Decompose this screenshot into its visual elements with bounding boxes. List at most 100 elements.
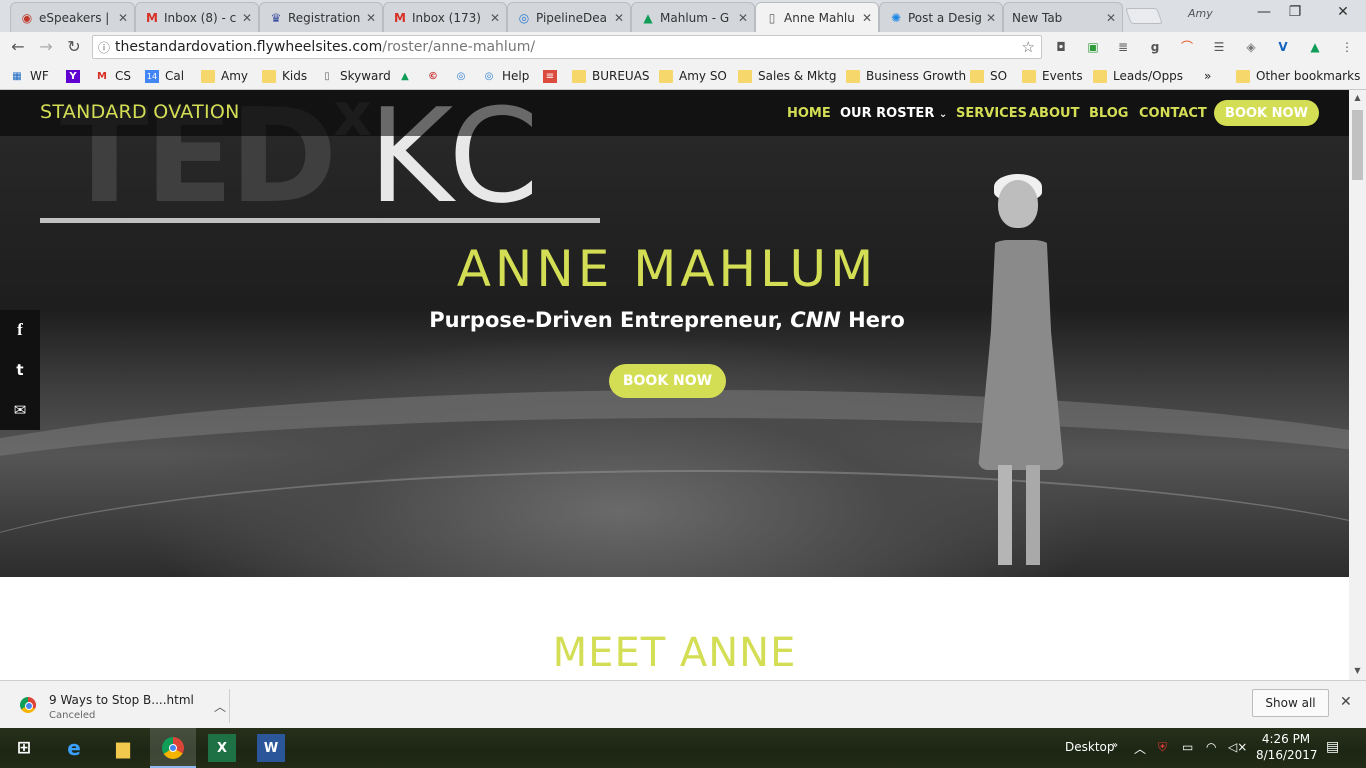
grammarly-icon[interactable]: g: [1146, 38, 1164, 56]
bookmark-sales-mktg[interactable]: Sales & Mktg: [738, 67, 837, 85]
site-logo[interactable]: STANDARD OVATION: [40, 101, 240, 123]
chevron-double-right-icon[interactable]: »: [1112, 740, 1118, 751]
close-icon[interactable]: ✕: [738, 11, 748, 25]
bookmark-bureuas[interactable]: BUREUAS: [572, 67, 650, 85]
bookmark-help[interactable]: ◎ Help: [482, 67, 530, 85]
forward-icon[interactable]: →: [36, 38, 56, 56]
nav-our-roster[interactable]: OUR ROSTER ⌄: [840, 106, 947, 121]
tab-pipelinedeals[interactable]: ◎ PipelineDea ✕: [507, 2, 631, 32]
close-icon[interactable]: ✕: [986, 11, 996, 25]
close-icon[interactable]: ✕: [242, 11, 252, 25]
email-icon[interactable]: ✉: [0, 390, 40, 430]
bookmark-pipeline[interactable]: ◎: [454, 67, 474, 85]
reload-icon[interactable]: ↻: [64, 38, 84, 56]
twitter-icon[interactable]: t: [0, 350, 40, 390]
download-item[interactable]: 9 Ways to Stop B....html Canceled ︿: [14, 689, 230, 723]
tab-anne-mahlum[interactable]: ▯ Anne Mahlu ✕: [755, 2, 879, 32]
tab-espeakers[interactable]: ◉ eSpeakers | ✕: [10, 2, 135, 32]
minimize-icon[interactable]: —: [1249, 4, 1279, 20]
layers-icon[interactable]: ≣: [1114, 38, 1132, 56]
bookmark-label: Amy: [221, 69, 248, 83]
bookmark-amy-so[interactable]: Amy SO: [659, 67, 727, 85]
close-icon[interactable]: ✕: [490, 11, 500, 25]
word-icon[interactable]: W: [257, 734, 285, 762]
windows-start-icon[interactable]: ⊞: [10, 734, 38, 762]
bookmark-business-growth[interactable]: Business Growth: [846, 67, 966, 85]
nav-blog[interactable]: BLOG: [1089, 106, 1128, 121]
bookmark-amy[interactable]: Amy: [201, 67, 248, 85]
address-bar[interactable]: ⓘ thestandardovation.flywheelsites.com /…: [92, 35, 1042, 59]
show-hidden-icons[interactable]: ︿: [1134, 740, 1146, 757]
close-window-icon[interactable]: ✕: [1328, 4, 1358, 20]
tab-mahlum-drive[interactable]: ▲ Mahlum - G ✕: [631, 2, 755, 32]
info-icon[interactable]: ⓘ: [93, 39, 115, 56]
chevron-up-icon[interactable]: ︿: [214, 698, 226, 715]
profile-name[interactable]: Amy: [1188, 7, 1213, 20]
close-icon[interactable]: ✕: [1106, 11, 1116, 25]
tab-inbox-173[interactable]: M Inbox (173) ✕: [383, 2, 507, 32]
tab-new-tab[interactable]: New Tab ✕: [1003, 2, 1123, 32]
bookmark-drive[interactable]: ▲: [398, 67, 418, 85]
new-tab-button[interactable]: [1125, 8, 1163, 24]
v-extension-icon[interactable]: V: [1274, 38, 1292, 56]
bookmark-so[interactable]: SO: [970, 67, 1007, 85]
bookmark-yahoo[interactable]: Y: [66, 67, 86, 85]
bookmark-todoist[interactable]: ≡: [543, 67, 563, 85]
bookmark-star-icon[interactable]: ☆: [1022, 38, 1035, 56]
facebook-icon[interactable]: f: [0, 310, 40, 350]
bookmark-cs[interactable]: M CS: [95, 67, 131, 85]
close-icon[interactable]: ✕: [614, 11, 624, 25]
battery-icon[interactable]: ▭: [1182, 740, 1193, 754]
clock-time[interactable]: 4:26 PM: [1258, 732, 1314, 746]
google-drive-icon[interactable]: ▲: [1306, 38, 1324, 56]
nav-services[interactable]: SERVICES: [956, 106, 1027, 121]
wifi-icon[interactable]: ◠: [1206, 740, 1216, 754]
page-scrollbar[interactable]: ▲ ▼: [1349, 90, 1366, 680]
tab-title: Inbox (173): [412, 10, 481, 25]
bookmark-label: Kids: [282, 69, 308, 83]
tab-inbox-8[interactable]: M Inbox (8) - c ✕: [135, 2, 259, 32]
close-icon[interactable]: ✕: [862, 11, 872, 25]
back-icon[interactable]: ←: [8, 38, 28, 56]
bookmark-other[interactable]: Other bookmarks: [1236, 67, 1360, 85]
notifications-icon[interactable]: ▤: [1326, 739, 1339, 755]
nav-home[interactable]: HOME: [787, 106, 831, 121]
bookmark-cal[interactable]: 14 Cal: [145, 67, 184, 85]
nav-about[interactable]: ABOUT: [1029, 106, 1079, 121]
bookmark-leads-opps[interactable]: Leads/Opps: [1093, 67, 1183, 85]
nav-contact[interactable]: CONTACT: [1139, 106, 1207, 121]
shield-icon[interactable]: ⛨: [1158, 740, 1167, 755]
chrome-icon[interactable]: [159, 734, 187, 762]
volume-muted-icon[interactable]: ◁×: [1228, 740, 1247, 754]
scroll-down-icon[interactable]: ▼: [1349, 666, 1366, 675]
pocket-icon[interactable]: ◘: [1052, 38, 1070, 56]
desktop-toolbar-label[interactable]: Desktop: [1065, 740, 1115, 754]
dropbox-icon[interactable]: ◈: [1242, 38, 1260, 56]
hero-book-now-button[interactable]: BOOK NOW: [609, 364, 726, 398]
scroll-up-icon[interactable]: ▲: [1349, 93, 1366, 102]
bookmark-skyward[interactable]: ▯ Skyward: [320, 67, 391, 85]
close-icon[interactable]: ✕: [1340, 694, 1352, 710]
bookmarks-overflow[interactable]: »: [1204, 67, 1211, 85]
scroll-thumb[interactable]: [1352, 110, 1363, 180]
edge-icon[interactable]: e: [60, 734, 88, 762]
rainbow-icon[interactable]: ⌒: [1178, 38, 1196, 56]
restore-icon[interactable]: ❐: [1280, 4, 1310, 20]
bookmark-wf[interactable]: ▦ WF: [10, 67, 49, 85]
nav-book-now-button[interactable]: BOOK NOW: [1214, 100, 1319, 126]
todoist-icon: ≡: [543, 69, 557, 83]
bookmark-events[interactable]: Events: [1022, 67, 1083, 85]
close-icon[interactable]: ✕: [366, 11, 376, 25]
printer-icon[interactable]: ▣: [1084, 38, 1102, 56]
tab-registration[interactable]: ♛ Registration ✕: [259, 2, 383, 32]
show-all-button[interactable]: Show all: [1252, 689, 1329, 717]
tab-post-design[interactable]: ✺ Post a Desig ✕: [879, 2, 1003, 32]
clock-date[interactable]: 8/16/2017: [1256, 748, 1318, 762]
file-explorer-icon[interactable]: ▆: [109, 734, 137, 762]
excel-icon[interactable]: X: [208, 734, 236, 762]
menu-icon[interactable]: ⋮: [1338, 38, 1356, 56]
close-icon[interactable]: ✕: [118, 11, 128, 25]
reader-icon[interactable]: ☰: [1210, 38, 1228, 56]
bookmark-c[interactable]: ©: [426, 67, 446, 85]
bookmark-kids[interactable]: Kids: [262, 67, 307, 85]
